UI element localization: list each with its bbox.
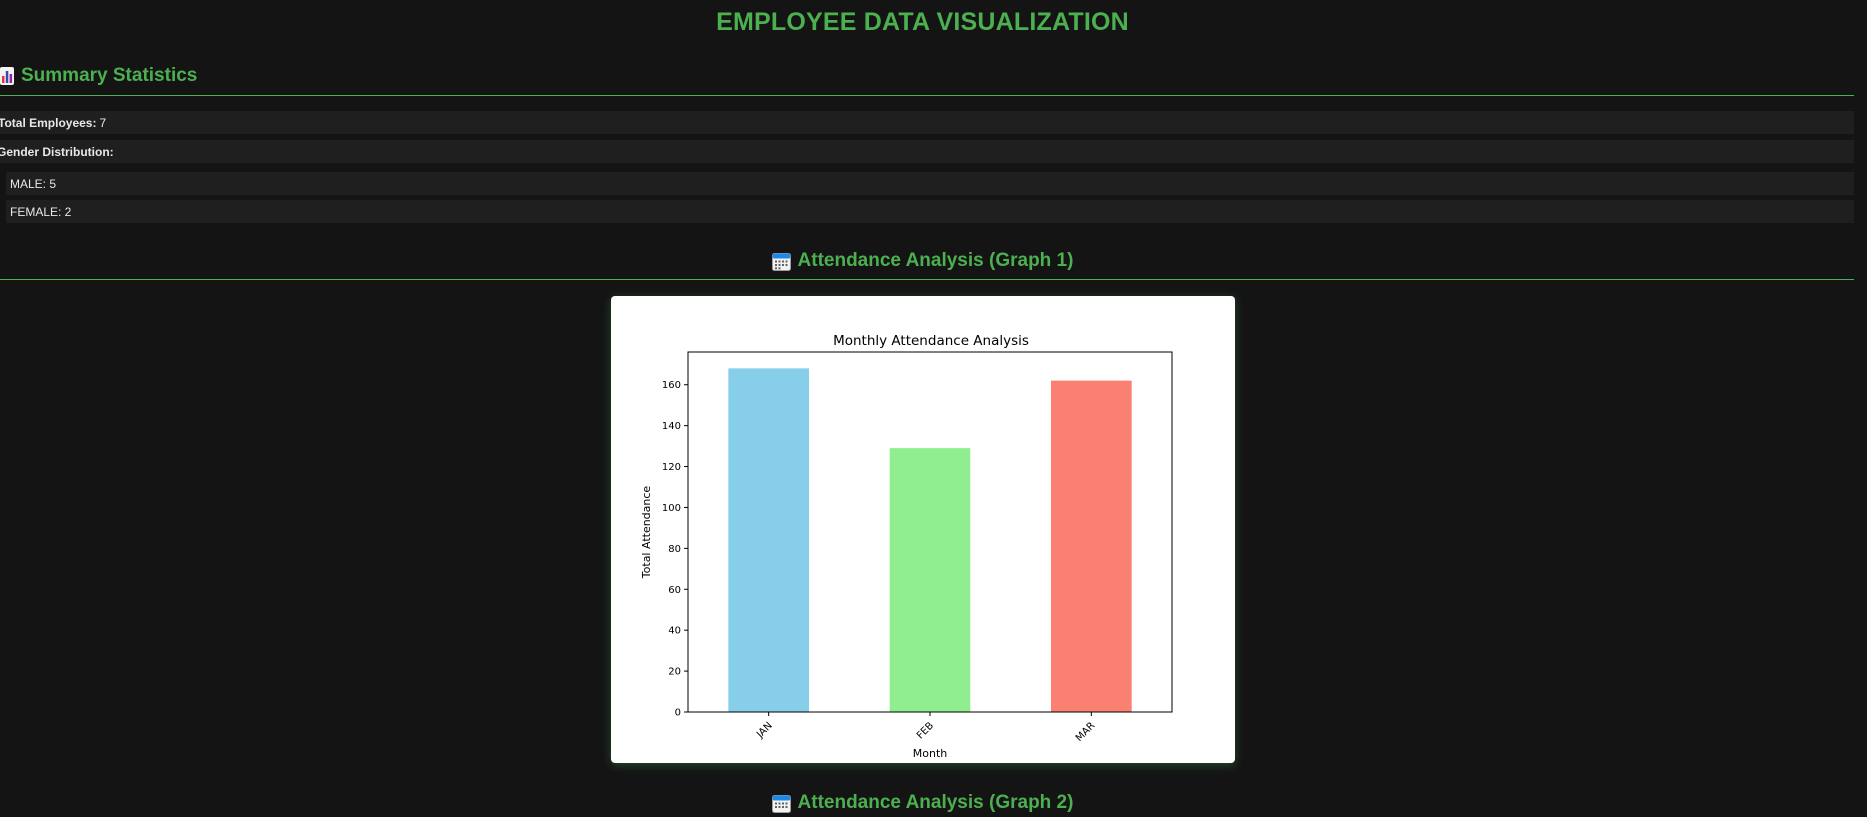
calendar-icon	[771, 252, 791, 271]
graph2-heading: Attendance Analysis (Graph 2)	[0, 792, 1845, 814]
graph2-heading-label: Attendance Analysis (Graph 2)	[797, 792, 1074, 813]
y-tick-label: 80	[668, 544, 681, 555]
gender-item-male: MALE: 5	[6, 172, 1854, 195]
summary-heading: Summary Statistics	[0, 65, 197, 87]
graph1-divider	[0, 279, 1854, 280]
summary-divider	[0, 95, 1854, 96]
x-axis-label: Month	[913, 747, 948, 760]
x-tick-label: FEB	[915, 720, 936, 741]
x-tick-label: JAN	[754, 720, 775, 741]
y-tick-label: 0	[675, 708, 681, 719]
y-tick-label: 100	[662, 503, 681, 514]
attendance-chart-card: Monthly Attendance Analysis 0 20 40 60 80 100…	[611, 296, 1235, 763]
graph1-heading-label: Attendance Analysis (Graph 1)	[797, 250, 1074, 271]
attendance-bar-chart: Monthly Attendance Analysis 0 20 40 60 80 100…	[640, 333, 1173, 760]
gender-distribution-row: Gender Distribution:	[0, 140, 1854, 163]
y-tick-label: 20	[668, 667, 681, 678]
total-employees-value: 7	[99, 115, 107, 130]
gender-item-female: FEMALE: 2	[6, 200, 1854, 223]
y-tick-label: 160	[662, 380, 681, 391]
total-employees-row: Total Employees: 7	[0, 111, 1854, 134]
summary-heading-label: Summary Statistics	[21, 65, 198, 86]
bar-jan	[728, 368, 809, 712]
y-axis-label: Total Attendance	[640, 486, 653, 580]
y-tick-label: 40	[668, 626, 681, 637]
gender-item-label: FEMALE: 2	[10, 204, 72, 219]
gender-item-label: MALE: 5	[10, 176, 57, 191]
graph1-heading: Attendance Analysis (Graph 1)	[0, 250, 1845, 272]
y-tick-label: 120	[662, 462, 681, 473]
x-tick-label: MAR	[1074, 720, 1098, 744]
page: EMPLOYEE DATA VISUALIZATION Summary Stat…	[0, 0, 1867, 817]
calendar-icon	[771, 794, 791, 813]
bar-feb	[889, 448, 971, 712]
y-tick-label: 140	[662, 421, 681, 432]
y-tick-label: 60	[668, 585, 681, 596]
total-employees-label: Total Employees:	[0, 115, 97, 130]
page-title: EMPLOYEE DATA VISUALIZATION	[716, 8, 1129, 36]
chart-title: Monthly Attendance Analysis	[833, 333, 1029, 349]
bar-mar	[1051, 380, 1132, 712]
bar-chart-icon	[0, 67, 14, 85]
gender-distribution-label: Gender Distribution:	[0, 144, 114, 159]
